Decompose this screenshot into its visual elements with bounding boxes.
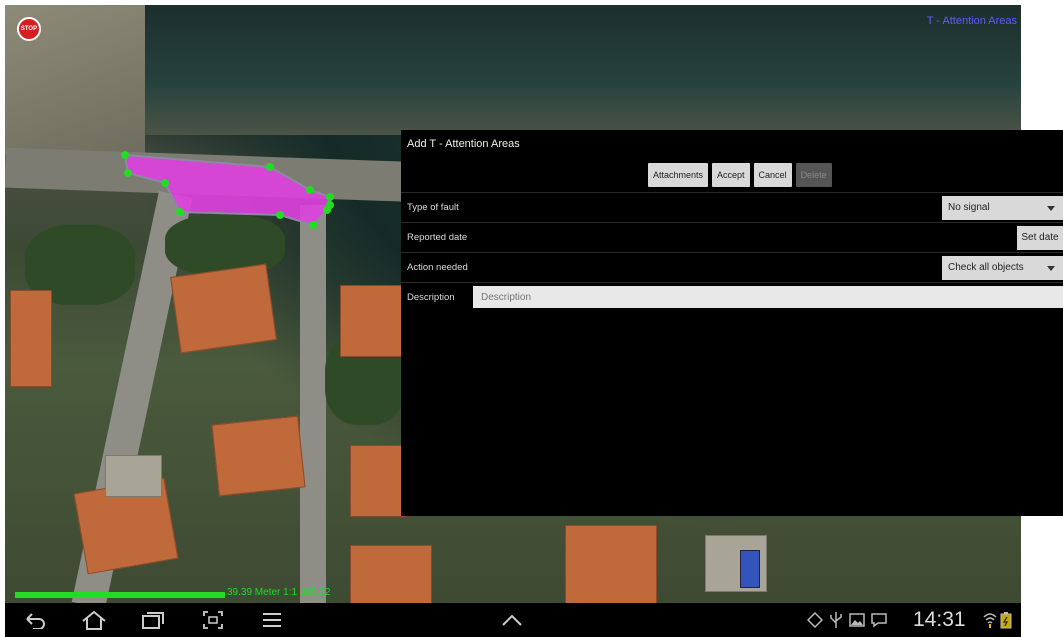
wifi-icon: [983, 613, 997, 628]
description-label: Description: [407, 292, 455, 303]
type-of-fault-value: No signal: [948, 202, 990, 213]
action-needed-select[interactable]: Check all objects: [942, 256, 1063, 280]
home-icon[interactable]: [81, 610, 107, 630]
vertex-handle: [121, 151, 129, 159]
add-feature-dialog: Add T - Attention Areas Attachments Acce…: [401, 130, 1063, 516]
attachments-button[interactable]: Attachments: [648, 163, 709, 187]
scale-text: 39.39 Meter 1:1 398.32: [227, 587, 331, 598]
action-needed-label: Action needed: [407, 262, 468, 273]
notification-icon: [871, 613, 887, 628]
reported-date-row: Reported date Set date: [401, 222, 1063, 253]
recent-apps-icon[interactable]: [141, 611, 165, 629]
system-navigation-bar: 14:31: [5, 603, 1021, 637]
type-of-fault-select[interactable]: No signal: [942, 196, 1063, 220]
vertex-handle: [161, 179, 169, 187]
dropdown-caret-icon: [1047, 206, 1055, 211]
description-row: Description: [401, 282, 1063, 313]
vertex-handle: [323, 206, 331, 214]
vertex-handle: [306, 186, 314, 194]
layer-title: T - Attention Areas: [926, 15, 1017, 27]
action-needed-value: Check all objects: [948, 262, 1024, 273]
action-needed-row: Action needed Check all objects: [401, 252, 1063, 283]
delete-button[interactable]: Delete: [795, 163, 832, 187]
accept-button[interactable]: Accept: [712, 163, 750, 187]
vertex-handle: [124, 169, 132, 177]
cancel-button[interactable]: Cancel: [753, 163, 792, 187]
type-of-fault-label: Type of fault: [407, 202, 459, 213]
type-of-fault-row: Type of fault No signal: [401, 192, 1063, 223]
stop-icon[interactable]: STOP: [17, 17, 41, 41]
vertex-handle: [326, 193, 334, 201]
scale-bar: [15, 592, 225, 598]
gallery-icon: [849, 613, 865, 627]
vertex-handle: [276, 211, 284, 219]
back-icon[interactable]: [23, 611, 47, 629]
vertex-handle: [266, 163, 274, 171]
usb-icon: [830, 612, 842, 628]
set-date-button[interactable]: Set date: [1017, 226, 1063, 250]
dialog-button-row: Attachments Accept Cancel Delete: [648, 163, 832, 187]
battery-icon: [1000, 612, 1012, 629]
screenshot-icon[interactable]: [202, 610, 224, 630]
dropdown-caret-icon: [1047, 266, 1055, 271]
vertex-handle: [309, 221, 317, 229]
vertex-handle: [176, 208, 184, 216]
reported-date-label: Reported date: [407, 232, 468, 243]
dialog-title: Add T - Attention Areas: [407, 138, 520, 150]
gps-icon: [807, 612, 823, 628]
up-arrow-icon[interactable]: [500, 613, 524, 627]
description-input[interactable]: [473, 286, 1063, 308]
status-clock: 14:31: [913, 608, 966, 631]
menu-icon[interactable]: [261, 612, 283, 628]
